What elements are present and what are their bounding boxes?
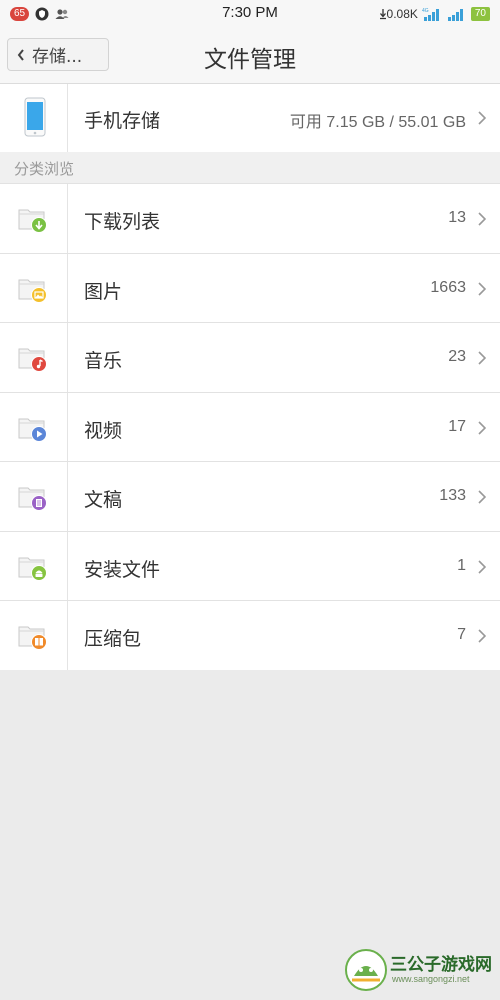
category-label: 文稿 <box>84 489 123 511</box>
watermark-brand: 三公子游戏网 <box>390 955 492 975</box>
category-icon-cell <box>0 184 68 253</box>
category-row[interactable]: 文稿 133 <box>0 462 500 532</box>
chevron-right-icon <box>478 629 486 643</box>
watermark-logo: 三公子游戏网 www.sangongzi.net <box>344 944 494 994</box>
watermark-url: www.sangongzi.net <box>392 974 470 984</box>
svg-text:4G: 4G <box>422 8 429 14</box>
category-row[interactable]: 下载列表 13 <box>0 184 500 254</box>
document-folder-icon <box>18 487 47 511</box>
android-folder-icon <box>18 557 47 581</box>
category-count: 23 <box>448 348 466 365</box>
category-icon-cell <box>0 532 68 600</box>
signal-4g-icon: 4G <box>422 8 439 21</box>
nav-bar: 存储... 文件管理 <box>0 28 500 84</box>
category-count: 13 <box>448 209 466 226</box>
page-title: 文件管理 <box>204 47 296 73</box>
category-row[interactable]: 图片 1663 <box>0 254 500 323</box>
download-folder-icon <box>18 209 47 233</box>
category-count: 1663 <box>430 279 466 296</box>
status-right: 0.08K 4G 70 <box>379 5 490 23</box>
image-folder-icon <box>18 279 47 303</box>
phone-storage-icon-cell <box>0 84 68 152</box>
section-header: 分类浏览 <box>0 152 500 184</box>
phone-storage-label: 手机存储 <box>84 110 161 132</box>
category-row[interactable]: 安装文件 1 <box>0 532 500 601</box>
chevron-right-icon <box>478 421 486 435</box>
category-icon-cell <box>0 254 68 322</box>
category-label: 图片 <box>84 281 123 303</box>
category-count: 133 <box>439 487 466 504</box>
chevron-right-icon <box>478 351 486 365</box>
chevron-right-icon <box>478 490 486 504</box>
music-folder-icon <box>18 348 47 372</box>
category-label: 压缩包 <box>84 628 142 650</box>
category-row[interactable]: 音乐 23 <box>0 323 500 393</box>
category-label: 下载列表 <box>84 211 161 233</box>
category-row[interactable]: 视频 17 <box>0 393 500 462</box>
category-count: 7 <box>457 626 466 643</box>
chevron-right-icon <box>478 282 486 296</box>
category-icon-cell <box>0 462 68 531</box>
category-count: 17 <box>448 418 466 435</box>
phone-icon <box>24 97 46 137</box>
section-title: 分类浏览 <box>14 160 75 178</box>
battery-indicator: 70 <box>470 7 490 21</box>
empty-area: 三公子游戏网 www.sangongzi.net <box>0 670 500 1000</box>
category-count: 1 <box>457 557 466 574</box>
archive-folder-icon <box>18 626 47 650</box>
category-icon-cell <box>0 323 68 392</box>
video-folder-icon <box>18 418 47 442</box>
signal-icon <box>447 9 463 21</box>
chevron-right-icon <box>478 111 486 125</box>
net-speed: 0.08K <box>386 7 418 21</box>
category-icon-cell <box>0 393 68 461</box>
category-label: 安装文件 <box>84 559 161 581</box>
status-bar: 65 7:30 PM 0.08K 4G 70 <box>0 0 500 28</box>
phone-storage-value: 可用 7.15 GB / 55.01 GB <box>289 114 466 131</box>
category-label: 视频 <box>84 420 123 442</box>
phone-storage-row[interactable]: 手机存储 可用 7.15 GB / 55.01 GB <box>0 84 500 153</box>
chevron-right-icon <box>478 560 486 574</box>
category-row[interactable]: 压缩包 7 <box>0 601 500 671</box>
category-icon-cell <box>0 601 68 670</box>
category-label: 音乐 <box>84 350 123 372</box>
download-arrow-icon <box>379 9 386 20</box>
chevron-right-icon <box>478 212 486 226</box>
watermark-android-icon <box>345 949 387 991</box>
